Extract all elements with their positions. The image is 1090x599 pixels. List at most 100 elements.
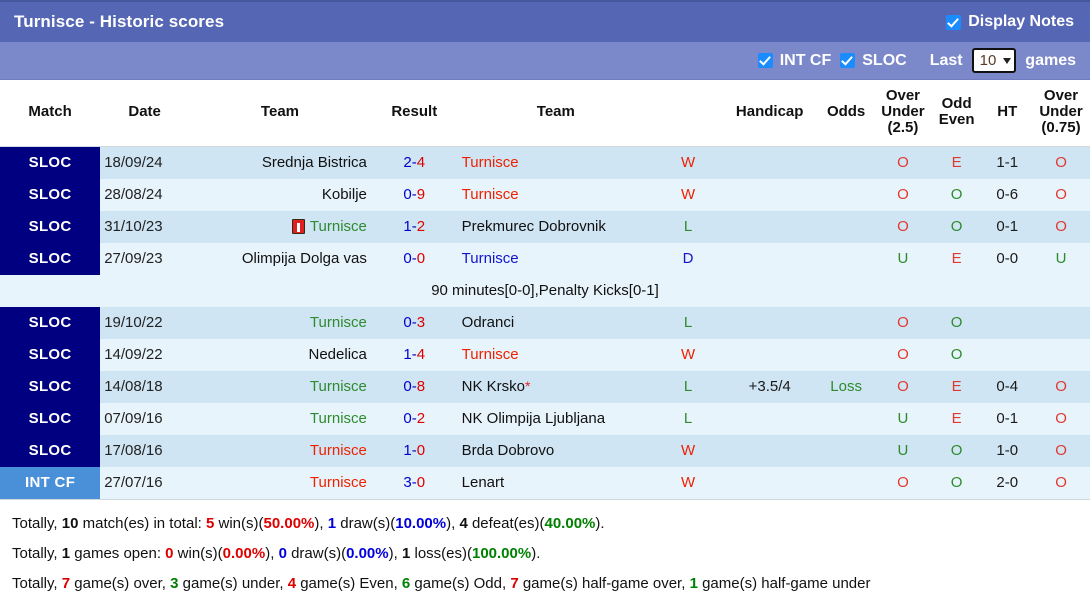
table-row[interactable]: SLOC 27/09/23 Olimpija Dolga vas 0-0 Turnisc…: [0, 242, 1090, 275]
home-team-cell[interactable]: Srednja Bistrica: [189, 146, 371, 179]
over-under-25-value: O: [875, 178, 931, 211]
ou075-letter: O: [1055, 474, 1067, 491]
match-note-text: 90 minutes[0-0],Penalty Kicks[0-1]: [0, 274, 1090, 307]
ou25-letter: O: [897, 378, 909, 395]
away-score: 2: [416, 218, 426, 235]
home-team-cell[interactable]: Turnisce: [189, 434, 371, 467]
over-under-075-value: O: [1032, 434, 1090, 467]
home-score: 0: [403, 186, 412, 203]
away-team-cell[interactable]: Turnisce: [457, 242, 654, 275]
display-notes-toggle[interactable]: Display Notes: [946, 13, 1078, 31]
handicap-value: [722, 306, 818, 339]
sloc-checkbox[interactable]: [840, 53, 856, 68]
col-header-home-team[interactable]: Team: [189, 80, 371, 147]
away-score: 8: [416, 378, 426, 395]
table-row[interactable]: SLOC 31/10/23 Turnisce 1-2 Prekmurec Dobrovn…: [0, 210, 1090, 243]
away-score: 2: [416, 410, 426, 427]
match-outcome: L: [653, 306, 723, 339]
match-type-badge: SLOC: [0, 210, 101, 243]
table-row[interactable]: SLOC 18/09/24 Srednja Bistrica 2-4 Turnisce W…: [0, 146, 1090, 179]
over-under-075-value: O: [1032, 146, 1090, 179]
table-row[interactable]: SLOC 19/10/22 Turnisce 0-3 Odranci L O O: [0, 306, 1090, 339]
summary-ou-seg-12: game(s) half-game under: [697, 574, 871, 592]
ou25-letter: O: [897, 346, 909, 363]
away-score: 4: [416, 346, 426, 363]
table-row[interactable]: SLOC 14/08/18 Turnisce 0-8 NK Krsko* L +3.5/4 L…: [0, 370, 1090, 403]
half-time-score: [982, 306, 1033, 339]
odd-even-letter: O: [950, 314, 963, 331]
summary-ou-seg-9: 7: [510, 574, 519, 592]
home-team-cell[interactable]: Olimpija Dolga vas: [189, 242, 371, 275]
home-score: 1: [403, 346, 412, 363]
summary-open-seg-2: games open:: [70, 544, 166, 562]
summary-totals-seg-1: 10: [61, 514, 79, 532]
ou075-letter: O: [1055, 154, 1067, 172]
home-team-name: Turnisce: [309, 474, 367, 491]
away-team-cell[interactable]: Lenart: [457, 466, 654, 499]
match-date: 07/09/16: [100, 402, 190, 435]
away-team-cell[interactable]: Brda Dobrovo: [457, 434, 654, 467]
ou25-letter: U: [897, 250, 909, 267]
filter-sloc[interactable]: SLOC: [840, 52, 907, 70]
display-notes-checkbox[interactable]: [946, 14, 962, 30]
away-team-cell[interactable]: Turnisce: [457, 146, 654, 179]
table-row[interactable]: SLOC 17/08/16 Turnisce 1-0 Brda Dobrovo W U O 1-…: [0, 434, 1090, 467]
match-outcome: L: [653, 402, 723, 435]
col-header-result[interactable]: Result: [370, 80, 458, 147]
odd-even-letter: O: [950, 442, 963, 459]
odd-even-letter: O: [950, 218, 963, 235]
match-outcome: D: [653, 242, 723, 275]
handicap-value: [722, 338, 818, 371]
away-team-cell[interactable]: Odranci: [457, 306, 654, 339]
odd-even-letter: O: [950, 346, 963, 363]
col-header-odds[interactable]: Odds: [817, 80, 876, 147]
col-header-ht[interactable]: HT: [982, 80, 1033, 147]
home-team-cell[interactable]: Turnisce: [189, 466, 371, 499]
match-date: 19/10/22: [100, 306, 190, 339]
filter-int-cf[interactable]: INT CF: [757, 52, 831, 70]
summary-totals-seg-10: ),: [446, 514, 460, 532]
home-team-cell[interactable]: Turnisce: [189, 210, 371, 243]
home-score: 0: [403, 378, 412, 395]
col-header-over-under-075[interactable]: Over Under (0.75): [1032, 80, 1090, 147]
away-team-cell[interactable]: NK Krsko*: [457, 370, 654, 403]
col-header-date[interactable]: Date: [100, 80, 190, 147]
games-count-select[interactable]: 10: [971, 48, 1017, 73]
away-team-cell[interactable]: Prekmurec Dobrovnik: [457, 210, 654, 243]
summary-totals-seg-5: 50.00%: [263, 514, 315, 532]
odd-even-letter: E: [951, 250, 962, 267]
odds-value: [817, 306, 876, 339]
int-cf-checkbox[interactable]: [757, 53, 773, 68]
summary-open-seg-3: 0: [165, 544, 174, 562]
col-header-odd-even[interactable]: Odd Even: [930, 80, 983, 147]
away-team-cell[interactable]: Turnisce: [457, 338, 654, 371]
col-header-match[interactable]: Match: [0, 80, 101, 147]
odds-value: [817, 178, 876, 211]
table-row[interactable]: SLOC 07/09/16 Turnisce 0-2 NK Olimpija Ljubl…: [0, 402, 1090, 435]
away-team-cell[interactable]: NK Olimpija Ljubljana: [457, 402, 654, 435]
odds-result: Loss: [830, 378, 862, 395]
col-header-handicap[interactable]: Handicap: [722, 80, 818, 147]
home-team-cell[interactable]: Turnisce: [189, 370, 371, 403]
match-score: 2-4: [370, 146, 458, 179]
home-team-cell[interactable]: Kobilje: [189, 178, 371, 211]
odd-even-value: O: [930, 466, 983, 499]
col-header-over-under-25[interactable]: Over Under (2.5): [875, 80, 931, 147]
summary-open-seg-9: 0.00%: [346, 544, 389, 562]
table-row[interactable]: SLOC 28/08/24 Kobilje 0-9 Turnisce W O O 0-6 O: [0, 178, 1090, 211]
col-header-away-team[interactable]: Team: [457, 80, 654, 147]
away-score: 0: [416, 474, 426, 491]
outcome-letter: L: [683, 314, 693, 331]
home-team-cell[interactable]: Turnisce: [189, 402, 371, 435]
table-row[interactable]: INT CF 27/07/16 Turnisce 3-0 Lenart W O O 2-0 O: [0, 466, 1090, 499]
summary-open-seg-14: ).: [531, 544, 541, 562]
home-score: 0: [403, 410, 412, 427]
summary-open-seg-1: 1: [61, 544, 71, 562]
summary-line-open-games: Totally, 1 games open: 0 win(s)(0.00%), …: [12, 539, 1078, 569]
summary-ou-seg-1: 7: [61, 574, 71, 592]
home-team-cell[interactable]: Nedelica: [189, 338, 371, 371]
home-team-cell[interactable]: Turnisce: [189, 306, 371, 339]
away-team-cell[interactable]: Turnisce: [457, 178, 654, 211]
table-row[interactable]: SLOC 14/09/22 Nedelica 1-4 Turnisce W O O: [0, 338, 1090, 371]
match-date: 17/08/16: [100, 434, 190, 467]
